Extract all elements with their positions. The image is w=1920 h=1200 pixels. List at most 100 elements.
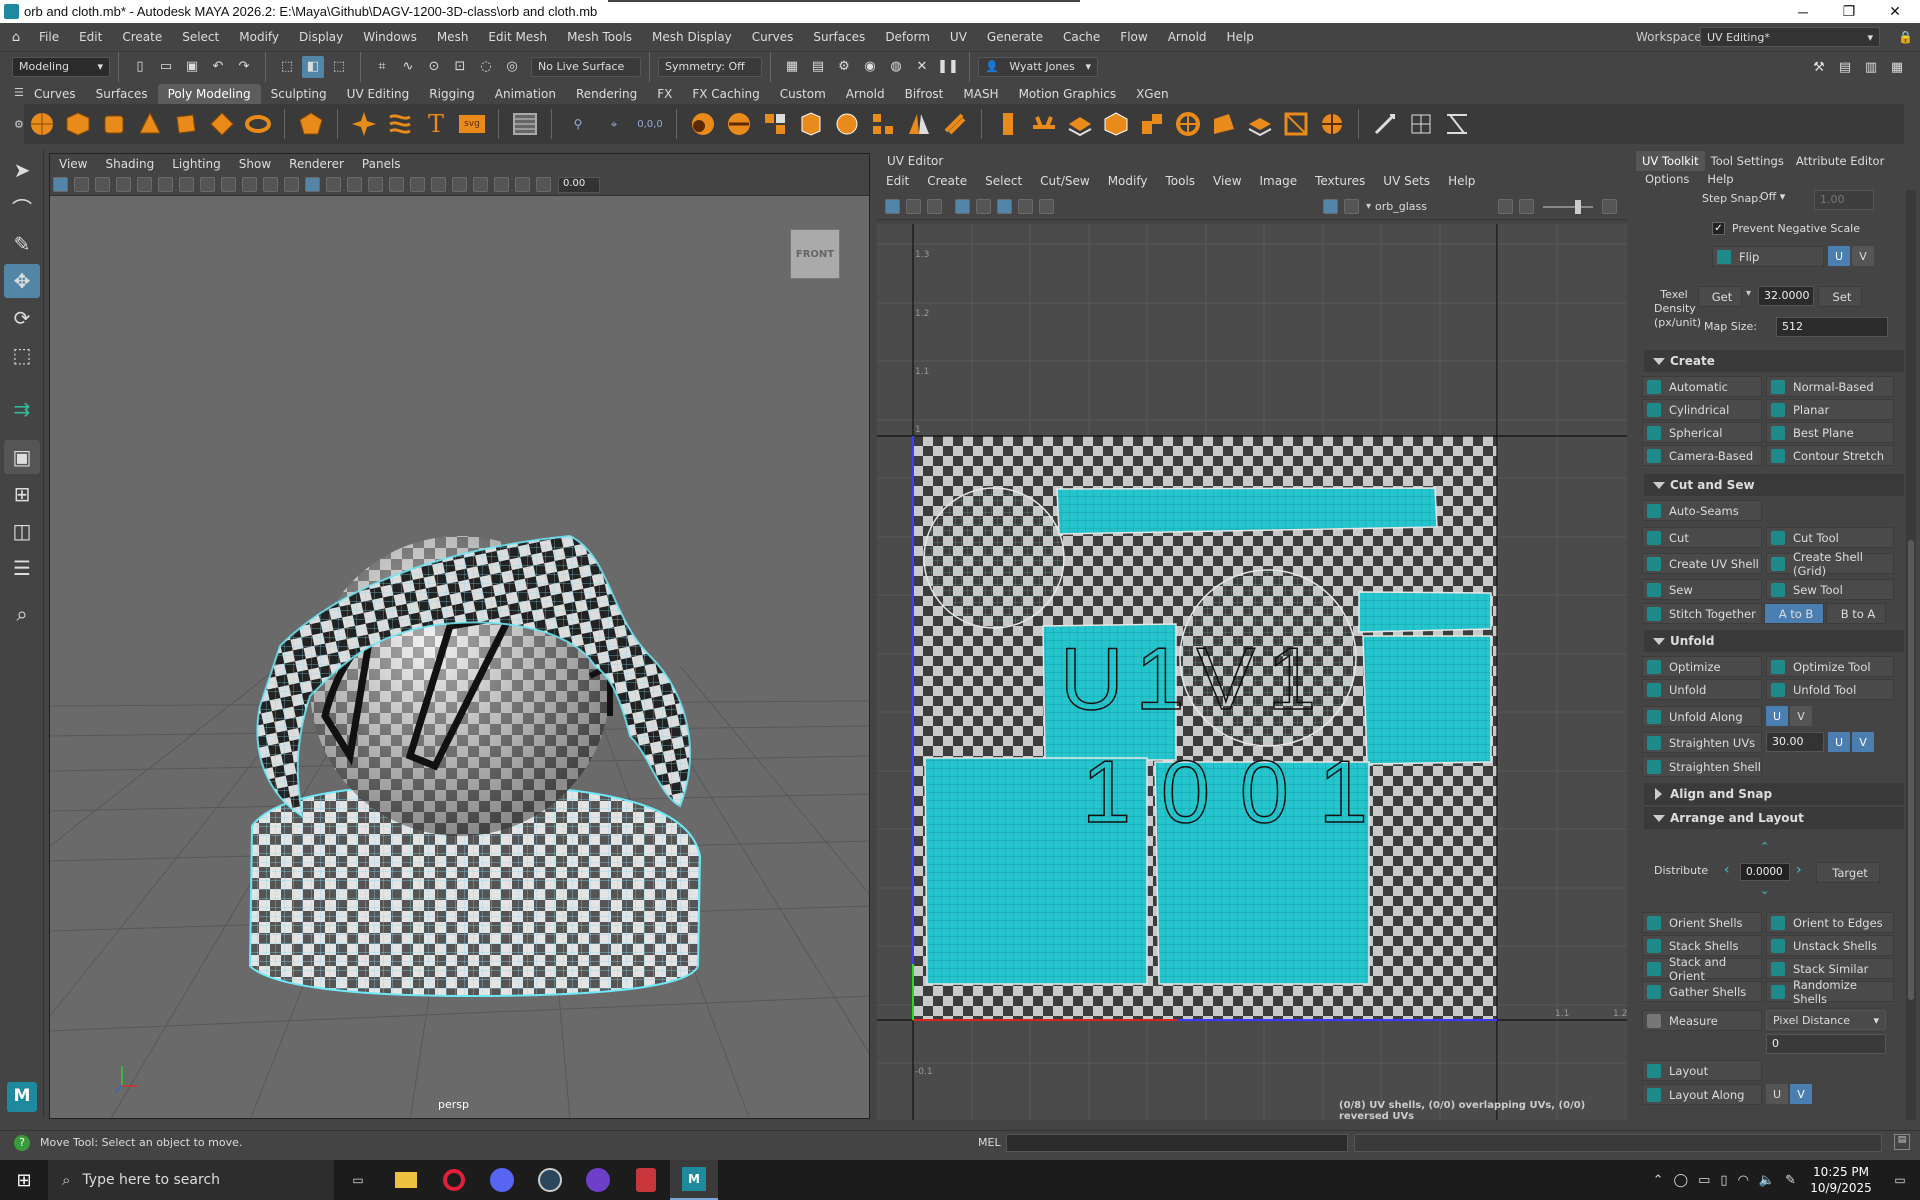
menuset-select[interactable]: Modeling ▾ [12, 56, 110, 77]
field-chart-icon[interactable] [221, 177, 236, 192]
layout-v-toggle[interactable]: V [1790, 1084, 1812, 1104]
layout-button[interactable]: Layout [1642, 1060, 1762, 1081]
map-size-field[interactable]: 512 [1776, 317, 1888, 337]
modeling-toolkit-icon[interactable]: ⚒ [1808, 56, 1830, 78]
measure-button[interactable]: Measure [1642, 1010, 1762, 1031]
tray-overflow-icon[interactable]: ⌃ [1653, 1173, 1664, 1188]
chevron-up-icon[interactable]: ⌃ [1760, 840, 1769, 853]
viewport-scene[interactable] [50, 196, 870, 1119]
mirror-geometry-icon[interactable] [904, 109, 934, 139]
move-tool-icon[interactable]: ✥ [4, 264, 40, 298]
volume-icon[interactable]: 🔈 [1759, 1173, 1775, 1188]
select-component-icon[interactable]: ⬚ [328, 56, 350, 78]
select-hierarchy-icon[interactable]: ⬚ [276, 56, 298, 78]
panel-tab-attribute-editor[interactable]: Attribute Editor [1790, 151, 1890, 171]
type-tool-icon[interactable] [510, 109, 540, 139]
stitch-together-button[interactable]: Stitch Together [1642, 603, 1762, 624]
viewport-menu-show[interactable]: Show [230, 154, 280, 174]
planar-button[interactable]: Planar [1766, 399, 1894, 420]
shelf-tab-arnold[interactable]: Arnold [836, 84, 895, 104]
panel-scrollbar[interactable] [1906, 190, 1916, 1120]
stack-and-orient-button[interactable]: Stack and Orient [1642, 955, 1762, 983]
uv-menu-help[interactable]: Help [1439, 171, 1484, 191]
sew-tool-button[interactable]: Sew Tool [1766, 579, 1894, 600]
menu-edit-mesh[interactable]: Edit Mesh [478, 23, 557, 51]
panel-menu-help[interactable]: Help [1698, 170, 1742, 188]
menu-modify[interactable]: Modify [229, 23, 289, 51]
camera-icon[interactable] [74, 177, 89, 192]
search-icon[interactable]: ⌕ [4, 597, 40, 631]
shelf-tab-mash[interactable]: MASH [953, 84, 1008, 104]
single-perspective-layout-icon[interactable]: ▣ [4, 440, 40, 474]
snap-live-icon[interactable]: ◎ [501, 56, 523, 78]
hypershade-icon[interactable]: ◉ [859, 56, 881, 78]
bridge-icon[interactable] [1029, 109, 1059, 139]
new-scene-icon[interactable]: ▯ [129, 56, 151, 78]
automatic-button[interactable]: Automatic [1642, 376, 1762, 397]
snap-grid-icon[interactable]: ⌗ [371, 56, 393, 78]
best-plane-button[interactable]: Best Plane [1766, 422, 1894, 443]
unfold-tool-button[interactable]: Unfold Tool [1766, 679, 1894, 700]
remesh-icon[interactable] [940, 109, 970, 139]
ipr-render-icon[interactable]: ▤ [807, 56, 829, 78]
user-account-select[interactable]: 👤 Wyatt Jones ▾ [978, 56, 1098, 77]
motion-blur-icon[interactable] [431, 177, 446, 192]
layout-along-button[interactable]: Layout Along [1642, 1084, 1762, 1105]
measure-value-field[interactable]: 0 [1766, 1034, 1886, 1054]
layout-u-toggle[interactable]: U [1766, 1084, 1788, 1104]
smooth-shade-icon[interactable] [305, 177, 320, 192]
viewport-menu-panels[interactable]: Panels [353, 154, 410, 174]
isolate-select-icon[interactable] [473, 177, 488, 192]
open-scene-icon[interactable]: ▭ [155, 56, 177, 78]
extract-icon[interactable] [760, 109, 790, 139]
booleans-icon[interactable] [796, 109, 826, 139]
snap-surface-icon[interactable]: ◌ [475, 56, 497, 78]
paint-select-icon[interactable]: ✎ [4, 227, 40, 261]
create-uv-shell-button[interactable]: Create UV Shell [1642, 553, 1762, 574]
image-plane-icon[interactable] [116, 177, 131, 192]
shelf-tab-surfaces[interactable]: Surfaces [86, 84, 158, 104]
render-icon[interactable]: ▦ [781, 56, 803, 78]
uv-shell-strip-top[interactable] [1056, 487, 1438, 535]
chevron-down-icon[interactable]: ▾ [1366, 201, 1371, 212]
arnold-icon[interactable]: ✕ [911, 56, 933, 78]
shelf-tab-fx-caching[interactable]: FX Caching [682, 84, 769, 104]
target-button[interactable]: Target [1816, 862, 1880, 883]
unfold-u-toggle[interactable]: U [1766, 706, 1788, 726]
steam-icon[interactable] [526, 1160, 574, 1200]
pen-icon[interactable]: ✎ [1785, 1173, 1796, 1188]
shelf-tab-sculpting[interactable]: Sculpting [261, 84, 337, 104]
two-pane-layout-icon[interactable]: ◫ [4, 514, 40, 548]
shelf-tab-xgen[interactable]: XGen [1126, 84, 1179, 104]
shelf-tab-bifrost[interactable]: Bifrost [895, 84, 954, 104]
add-divisions-icon[interactable] [1281, 109, 1311, 139]
resolution-gate-icon[interactable] [179, 177, 194, 192]
scale-tool-icon[interactable]: ⬚ [4, 338, 40, 372]
uv-checker-icon[interactable] [976, 199, 991, 214]
sew-button[interactable]: Sew [1642, 579, 1762, 600]
rotate-tool-icon[interactable]: ⟳ [4, 301, 40, 335]
command-line-input[interactable] [1006, 1134, 1348, 1152]
flip-button[interactable]: Flip [1712, 246, 1824, 267]
straighten-u-toggle[interactable]: U [1828, 732, 1850, 752]
create-section-header[interactable]: Create [1644, 350, 1904, 372]
uv-filter-icon[interactable] [1018, 199, 1033, 214]
unity-hub-icon[interactable] [622, 1160, 670, 1200]
save-scene-icon[interactable]: ▣ [181, 56, 203, 78]
textured-icon[interactable] [347, 177, 362, 192]
separate-icon[interactable] [724, 109, 754, 139]
chevron-right-icon[interactable]: › [1796, 862, 1802, 878]
lock-icon[interactable]: 🔒 [1898, 30, 1913, 44]
slide-edge-icon[interactable] [1442, 109, 1472, 139]
cut-tool-button[interactable]: Cut Tool [1766, 527, 1894, 548]
maximize-button[interactable]: ❐ [1826, 0, 1872, 23]
film-gate-icon[interactable] [158, 177, 173, 192]
maya-taskbar-icon[interactable]: M [670, 1160, 718, 1200]
attribute-editor-icon[interactable]: ▤ [1834, 56, 1856, 78]
quad-draw-icon[interactable] [1370, 109, 1400, 139]
uv-canvas[interactable]: U1V1 1001 1.3 1.2 1.1 1 -0.1 1.1 1.2 (0/8) UV… [877, 224, 1627, 1120]
texel-set-button[interactable]: Set [1818, 286, 1862, 307]
shelf-tab-motion-graphics[interactable]: Motion Graphics [1009, 84, 1127, 104]
lasso-tool-icon[interactable]: ⌒ [4, 190, 40, 224]
straighten-shell-button[interactable]: Straighten Shell [1642, 756, 1762, 777]
